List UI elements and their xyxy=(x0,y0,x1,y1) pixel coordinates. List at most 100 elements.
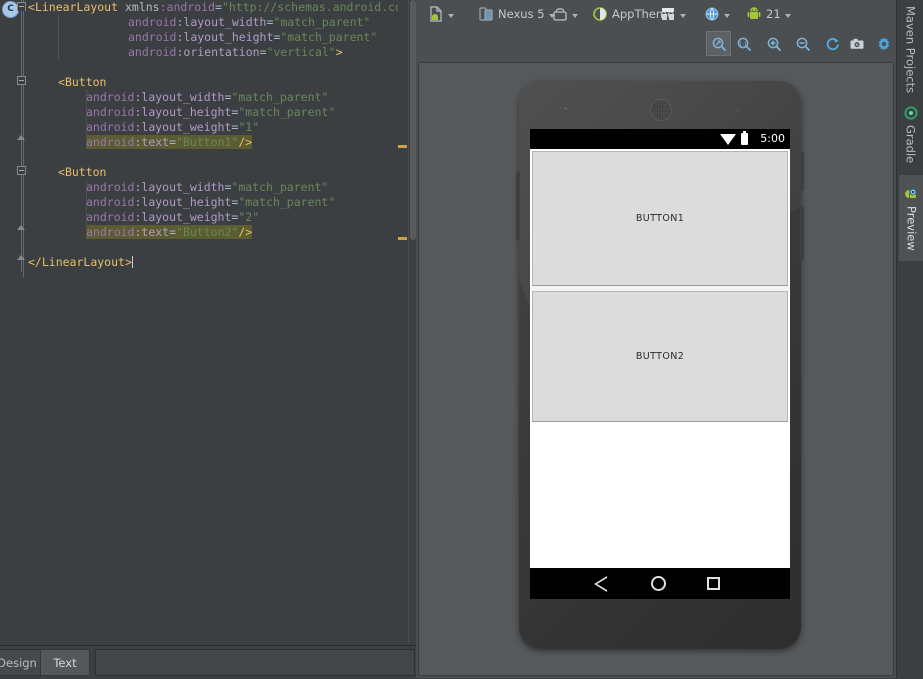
code-token: :layout_weight xyxy=(134,120,231,134)
code-line[interactable]: android:layout_height="match_parent" xyxy=(86,195,335,210)
code-line[interactable]: android:layout_width="match_parent" xyxy=(86,90,328,105)
status-bar-time: 5:00 xyxy=(760,132,785,145)
preview-button2[interactable]: BUTTON2 xyxy=(532,291,788,422)
preview-configuration-toolbar[interactable]: Nexus 5 AppTheme 21 xyxy=(416,0,896,28)
code-token: "http://schemas.android.com xyxy=(222,0,398,14)
code-line[interactable]: android:layout_height="match_parent" xyxy=(86,105,335,120)
code-token: android xyxy=(86,195,134,209)
fold-marker-button2[interactable] xyxy=(17,166,26,175)
nexus5-device-frame: 5:00 BUTTON1 BUTTON2 xyxy=(519,81,801,649)
chevron-down-icon[interactable] xyxy=(572,14,578,18)
preview-zoom-toolbar[interactable]: 1:1 xyxy=(416,28,896,60)
device-side-detail xyxy=(800,206,804,261)
earpiece-speaker-icon xyxy=(650,99,672,121)
preview-canvas[interactable]: 5:00 BUTTON1 BUTTON2 xyxy=(418,62,894,676)
zoom-out-button[interactable] xyxy=(790,31,815,56)
preview-icon xyxy=(904,186,920,202)
text-caret xyxy=(132,256,133,268)
camera-icon xyxy=(849,36,865,52)
code-token: < xyxy=(58,165,65,179)
device-volume-buttons xyxy=(516,171,520,241)
code-token: android xyxy=(86,225,134,239)
wifi-icon xyxy=(720,134,736,145)
fold-arrow-root-end[interactable] xyxy=(17,255,25,260)
refresh-icon xyxy=(825,36,841,52)
code-token: "Button2" xyxy=(176,225,238,239)
fold-marker-root[interactable] xyxy=(17,2,26,11)
device-selector[interactable]: Nexus 5 xyxy=(478,4,555,24)
front-camera-icon xyxy=(562,105,569,112)
screenshot-button[interactable] xyxy=(844,31,869,56)
layout-variant-selector[interactable] xyxy=(660,4,686,24)
zoom-in-icon xyxy=(766,36,782,52)
layout-file-selector[interactable] xyxy=(428,4,454,24)
chevron-down-icon[interactable] xyxy=(680,14,686,18)
tool-window-tab-preview[interactable]: Preview xyxy=(897,175,923,261)
fold-arrow-button2-end[interactable] xyxy=(17,225,25,230)
fold-arrow-button1-end[interactable] xyxy=(17,135,25,140)
code-line[interactable]: android:orientation="vertical"> xyxy=(128,45,343,60)
code-token: "match_parent" xyxy=(273,15,370,29)
preview-button1[interactable]: BUTTON1 xyxy=(532,151,788,286)
variant-icon xyxy=(660,6,676,22)
code-line[interactable]: android:layout_weight="2" xyxy=(86,210,259,225)
app-content-area: BUTTON1 BUTTON2 xyxy=(530,149,790,568)
code-token: :orientation xyxy=(176,45,259,59)
svg-text:1:1: 1:1 xyxy=(738,41,747,47)
tool-window-tab-maven-projects[interactable]: Maven Projects xyxy=(897,4,923,96)
code-text-area[interactable]: <LinearLayout xmlns:android="http://sche… xyxy=(28,0,398,645)
editor-mode-tabs[interactable]: Design Text xyxy=(0,645,416,679)
device-screen[interactable]: 5:00 BUTTON1 BUTTON2 xyxy=(530,129,790,599)
tab-text[interactable]: Text xyxy=(40,649,90,676)
code-token: :layout_height xyxy=(176,30,273,44)
code-line[interactable]: <Button xyxy=(58,75,106,90)
zoom-to-fit-button[interactable] xyxy=(706,31,731,56)
zoom-in-button[interactable] xyxy=(761,31,786,56)
code-line[interactable]: android:layout_width="match_parent" xyxy=(128,15,370,30)
refresh-button[interactable] xyxy=(820,31,845,56)
xml-code-editor[interactable]: C <LinearLayout xmlns:android="http://sc… xyxy=(0,0,416,645)
preview-settings-button[interactable] xyxy=(871,31,896,56)
fold-marker-button1[interactable] xyxy=(17,76,26,85)
android-file-icon xyxy=(428,6,444,22)
warning-marker[interactable] xyxy=(398,237,407,240)
warning-marker[interactable] xyxy=(398,145,407,148)
nav-recents-icon[interactable] xyxy=(707,577,720,590)
code-token: "2" xyxy=(238,210,259,224)
code-line[interactable]: android:layout_weight="1" xyxy=(86,120,259,135)
chevron-down-icon[interactable] xyxy=(785,14,791,18)
nav-home-icon[interactable] xyxy=(651,576,666,591)
code-token xyxy=(118,0,125,14)
light-sensor-icon xyxy=(750,109,754,113)
orientation-selector[interactable] xyxy=(552,4,578,24)
code-token: "match_parent" xyxy=(231,180,328,194)
locale-selector[interactable] xyxy=(704,4,730,24)
code-token: :layout_width xyxy=(176,15,266,29)
tool-window-tab-label: Preview xyxy=(905,206,919,251)
chevron-down-icon[interactable] xyxy=(448,14,454,18)
right-tool-window-bar[interactable]: Maven Projects Gradle Preview xyxy=(896,0,923,678)
code-line[interactable]: android:text="Button2"/> xyxy=(86,225,252,240)
code-token: LinearLayout xyxy=(42,255,125,269)
zoom-actual-size-button[interactable]: 1:1 xyxy=(731,31,756,56)
code-token: LinearLayout xyxy=(35,0,118,14)
code-token: :layout_height xyxy=(134,195,231,209)
code-fold-markers[interactable] xyxy=(17,0,27,645)
code-token: android xyxy=(86,180,134,194)
code-line[interactable]: android:layout_width="match_parent" xyxy=(86,180,328,195)
code-token: = xyxy=(260,45,267,59)
code-token: "match_parent" xyxy=(238,195,335,209)
code-token: "vertical" xyxy=(267,45,336,59)
code-line[interactable]: android:layout_height="match_parent" xyxy=(128,30,377,45)
tool-window-tab-gradle[interactable]: Gradle xyxy=(897,100,923,168)
api-level-selector[interactable]: 21 xyxy=(746,4,791,24)
chevron-down-icon[interactable] xyxy=(724,14,730,18)
editor-warning-margin[interactable] xyxy=(398,0,408,645)
code-line[interactable]: android:text="Button1"/> xyxy=(86,135,252,150)
android-navigation-bar[interactable] xyxy=(530,568,790,599)
code-line[interactable]: <Button xyxy=(58,165,106,180)
code-line[interactable]: </LinearLayout> xyxy=(28,255,133,270)
code-token: </ xyxy=(28,255,42,269)
code-line[interactable]: <LinearLayout xmlns:android="http://sche… xyxy=(28,0,398,15)
code-token: :android xyxy=(160,0,215,14)
